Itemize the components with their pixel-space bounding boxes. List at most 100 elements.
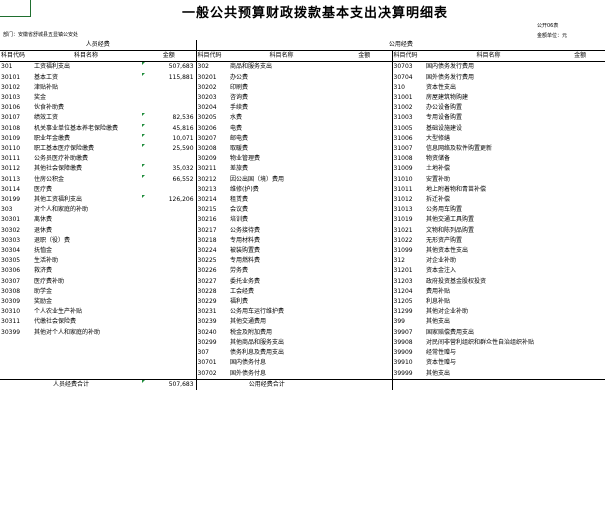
cell-name[interactable]: 其他交通工具购置 bbox=[422, 215, 555, 225]
cell-name[interactable]: 职工基本医疗保险缴费 bbox=[30, 144, 142, 154]
cell-amount[interactable] bbox=[337, 113, 393, 124]
cell-amount[interactable]: 82,536 bbox=[142, 113, 197, 124]
cell-name[interactable]: 劳务费 bbox=[226, 266, 337, 276]
cell-code[interactable]: 30114 bbox=[0, 185, 30, 195]
cell-amount[interactable]: 66,552 bbox=[142, 174, 197, 185]
cell-code[interactable]: 399 bbox=[392, 317, 422, 327]
cell-name[interactable]: 生活补助 bbox=[30, 256, 142, 266]
cell-amount[interactable] bbox=[337, 93, 393, 104]
cell-name[interactable]: 委托业务费 bbox=[226, 277, 337, 287]
cell-amount[interactable] bbox=[337, 286, 393, 298]
cell-amount[interactable] bbox=[142, 327, 197, 338]
cell-code[interactable]: 30107 bbox=[0, 113, 30, 123]
cell-name[interactable]: 国内债务发行费用 bbox=[422, 62, 555, 73]
cell-code[interactable]: 30399 bbox=[0, 328, 30, 338]
cell-amount[interactable] bbox=[555, 256, 605, 266]
cell-amount[interactable]: 115,881 bbox=[142, 72, 197, 83]
cell-name[interactable]: 税金及附加费用 bbox=[226, 328, 337, 338]
cell-amount[interactable] bbox=[337, 225, 393, 236]
cell-amount[interactable] bbox=[555, 134, 605, 144]
cell-amount[interactable] bbox=[142, 307, 197, 318]
cell-name[interactable]: 信息网络及软件购置更新 bbox=[422, 144, 555, 154]
cell-name[interactable]: 费用补贴 bbox=[422, 287, 555, 297]
cell-amount[interactable] bbox=[555, 154, 605, 164]
cell-amount[interactable] bbox=[337, 307, 393, 318]
cell-amount[interactable] bbox=[337, 256, 393, 267]
cell-name[interactable]: 国家赔偿费用支出 bbox=[422, 328, 555, 338]
cell-code[interactable]: 30224 bbox=[196, 246, 226, 256]
cell-code[interactable]: 31001 bbox=[392, 93, 422, 103]
cell-amount[interactable] bbox=[337, 246, 393, 257]
selected-cell-indicator[interactable] bbox=[0, 0, 31, 17]
cell-amount[interactable] bbox=[337, 337, 393, 349]
cell-name[interactable]: 无形资产购置 bbox=[422, 236, 555, 246]
cell-code[interactable]: 31011 bbox=[392, 185, 422, 195]
cell-name[interactable]: 利息补贴 bbox=[422, 297, 555, 307]
cell-amount[interactable] bbox=[142, 256, 197, 267]
cell-code[interactable]: 30239 bbox=[196, 317, 226, 327]
cell-amount[interactable]: 25,590 bbox=[142, 144, 197, 155]
cell-amount[interactable] bbox=[142, 225, 197, 236]
cell-code[interactable]: 30203 bbox=[196, 93, 226, 103]
cell-amount[interactable] bbox=[555, 164, 605, 174]
cell-code[interactable]: 30229 bbox=[196, 297, 226, 307]
cell-code[interactable]: 31006 bbox=[392, 134, 422, 144]
cell-amount[interactable] bbox=[337, 368, 393, 380]
cell-code[interactable]: 30304 bbox=[0, 246, 30, 256]
cell-name[interactable]: 职业年金缴费 bbox=[30, 134, 142, 144]
cell-name[interactable]: 退休费 bbox=[30, 226, 142, 236]
cell-name[interactable]: 物资储备 bbox=[422, 154, 555, 164]
cell-code[interactable]: 31008 bbox=[392, 154, 422, 164]
cell-name[interactable]: 医疗费补助 bbox=[30, 277, 142, 287]
cell-amount[interactable]: 10,071 bbox=[142, 133, 197, 145]
cell-name[interactable]: 专用设备购置 bbox=[422, 113, 555, 123]
cell-code[interactable]: 310 bbox=[392, 83, 422, 93]
cell-name[interactable]: 差旅费 bbox=[226, 164, 337, 174]
cell-name[interactable]: 其他支出 bbox=[422, 317, 555, 327]
cell-name[interactable]: 被装购置费 bbox=[226, 246, 337, 256]
cell-code[interactable]: 31010 bbox=[392, 175, 422, 185]
cell-name[interactable]: 奖金 bbox=[30, 93, 142, 103]
cell-code[interactable]: 30113 bbox=[0, 175, 30, 185]
cell-code[interactable]: 30216 bbox=[196, 215, 226, 225]
cell-amount[interactable] bbox=[337, 82, 393, 94]
cell-code[interactable]: 30110 bbox=[0, 144, 30, 154]
cell-name[interactable]: 咨询费 bbox=[226, 93, 337, 103]
cell-code[interactable]: 30228 bbox=[196, 287, 226, 297]
cell-code[interactable]: 31013 bbox=[392, 205, 422, 215]
cell-name[interactable]: 抚恤金 bbox=[30, 246, 142, 256]
cell-amount[interactable] bbox=[142, 154, 197, 165]
cell-amount[interactable] bbox=[142, 235, 197, 247]
cell-code[interactable]: 30309 bbox=[0, 297, 30, 307]
cell-code[interactable]: 30217 bbox=[196, 226, 226, 236]
cell-name[interactable]: 培训费 bbox=[226, 215, 337, 225]
cell-code[interactable]: 30106 bbox=[0, 103, 30, 113]
cell-amount[interactable] bbox=[337, 184, 393, 196]
cell-code[interactable]: 31003 bbox=[392, 113, 422, 123]
cell-code[interactable]: 31299 bbox=[392, 307, 422, 317]
cell-code[interactable]: 30112 bbox=[0, 164, 30, 174]
cell-amount[interactable] bbox=[555, 185, 605, 195]
cell-name[interactable]: 安置补助 bbox=[422, 175, 555, 185]
cell-code[interactable]: 302 bbox=[196, 62, 226, 73]
cell-amount[interactable] bbox=[337, 297, 393, 308]
cell-code[interactable]: 39910 bbox=[392, 358, 422, 368]
cell-name[interactable]: 办公费 bbox=[226, 73, 337, 83]
cell-amount[interactable]: 45,816 bbox=[142, 123, 197, 134]
cell-code[interactable]: 30301 bbox=[0, 215, 30, 225]
cell-code[interactable]: 30240 bbox=[196, 328, 226, 338]
cell-amount[interactable] bbox=[555, 358, 605, 368]
cell-amount[interactable] bbox=[142, 286, 197, 298]
cell-code[interactable]: 30703 bbox=[392, 62, 422, 73]
cell-amount[interactable] bbox=[337, 133, 393, 145]
cell-name[interactable]: 国外债务付息 bbox=[226, 369, 337, 380]
cell-amount[interactable] bbox=[142, 348, 197, 359]
cell-name[interactable]: 医疗费 bbox=[30, 185, 142, 195]
cell-amount[interactable] bbox=[555, 195, 605, 205]
cell-code[interactable]: 30231 bbox=[196, 307, 226, 317]
cell-name[interactable]: 电费 bbox=[226, 124, 337, 134]
cell-code[interactable]: 30204 bbox=[196, 103, 226, 113]
cell-name[interactable] bbox=[30, 338, 142, 348]
cell-amount[interactable] bbox=[555, 83, 605, 93]
cell-name[interactable]: 债务利息及费用支出 bbox=[226, 348, 337, 358]
